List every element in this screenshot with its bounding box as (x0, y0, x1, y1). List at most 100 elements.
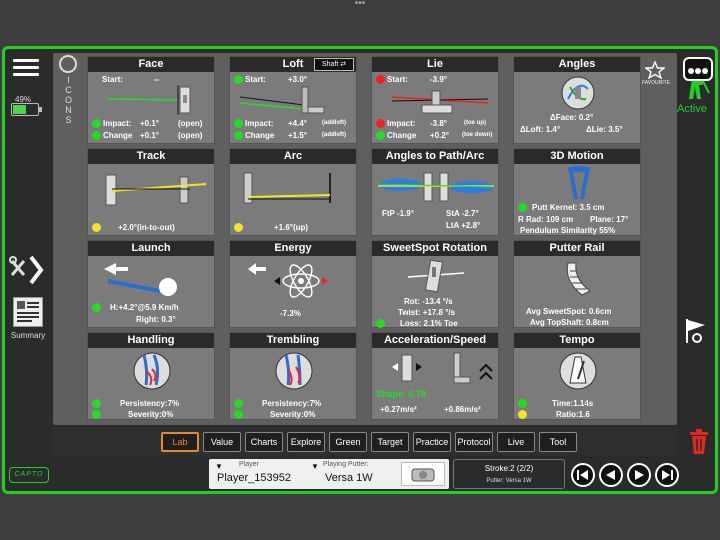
stroke-count: Stroke:2 (2/2) (484, 464, 534, 473)
start-label: Start: (387, 75, 408, 84)
trembling-graphic (275, 352, 313, 390)
tab-charts[interactable]: Charts (245, 432, 283, 452)
tab-practice[interactable]: Practice (413, 432, 451, 452)
launch-right: Right: 0.3° (136, 315, 176, 324)
putter-image-icon[interactable] (401, 462, 445, 486)
tile-acceleration[interactable]: Acceleration/Speed Shape: 0.78 +0.27m/s²… (371, 332, 499, 420)
active-status[interactable]: Active (677, 103, 707, 115)
tile-energy[interactable]: Energy -7.3% (229, 240, 357, 328)
battery-icon (11, 103, 39, 116)
favourite-label: FAVOURITE (642, 80, 670, 86)
favourite-star-icon[interactable] (645, 61, 665, 79)
tab-explore[interactable]: Explore (287, 432, 325, 452)
delta-loft: ΔLoft: 1.4° (520, 125, 561, 134)
battery-tip (39, 107, 42, 112)
status-dot (234, 119, 243, 128)
delta-face: ΔFace: 0.2° (550, 113, 594, 122)
tab-tool[interactable]: Tool (539, 432, 577, 452)
sweetspot-graphic (407, 259, 465, 293)
player-selector[interactable]: ▼ Player Player_153952 ▼ Playing Putter:… (209, 459, 449, 489)
tile-handling[interactable]: Handling Persistency:7% Severity:0% (87, 332, 215, 420)
status-dot (92, 399, 101, 408)
tile-3d-motion[interactable]: 3D Motion Putt Kernel: 3.5 cm R Rad: 109… (513, 148, 641, 236)
toggle-circle-icon[interactable] (59, 55, 77, 73)
tile-face[interactable]: Face Start: -- Impact: +0.1° (open) Chan… (87, 56, 215, 144)
metrics-panel: ICONS Face Start: -- Impact: +0.1° (open… (53, 53, 677, 425)
change-value: +0.2° (430, 131, 449, 140)
launch-graphic (104, 263, 177, 296)
window-handle-icon[interactable]: ••• (350, 0, 370, 10)
impact-note: (addloft) (322, 120, 346, 126)
summary-icon[interactable] (13, 297, 43, 327)
start-value: -3.9° (430, 75, 447, 84)
start-value: -- (154, 75, 160, 84)
impact-note: (toe up) (464, 120, 486, 126)
sweetspot-rot: Rot: -13.4 °/s (404, 297, 453, 306)
tab-lab[interactable]: Lab (161, 432, 199, 452)
status-dot (376, 119, 385, 128)
putter-rail-graphic (566, 262, 591, 296)
putter-dropdown-icon[interactable]: ▼ (311, 462, 319, 471)
tile-angles-path[interactable]: Angles to Path/Arc FtP -1.9° StA -2.7° L… (371, 148, 499, 236)
tile-sweetspot[interactable]: SweetSpot Rotation Rot: -13.4 °/s Twist:… (371, 240, 499, 328)
tab-live[interactable]: Live (497, 432, 535, 452)
trash-icon[interactable] (689, 429, 709, 455)
tile-putter-rail[interactable]: Putter Rail Avg SweetSpot: 0.6cm Avg Top… (513, 240, 641, 328)
impact-value: -3.8° (430, 119, 447, 128)
handling-graphic (133, 352, 171, 390)
tile-tempo[interactable]: Tempo Time:1.14s Ratio:1.6 (513, 332, 641, 420)
tile-title: Face (88, 57, 214, 72)
severity: Severity:0% (128, 410, 174, 419)
shaft-button[interactable]: Shaft ⇄ (314, 58, 354, 71)
tile-loft[interactable]: Loft Shaft ⇄ Start: +3.0° Impact: +4.4° (229, 56, 357, 144)
tile-title: Angles to Path/Arc (372, 149, 498, 164)
impact-label: Impact: (245, 119, 274, 128)
tab-target[interactable]: Target (371, 432, 409, 452)
energy-atom-icon (248, 263, 328, 298)
angles-path-graphic (377, 172, 495, 202)
arc-value: +1.6°(up) (274, 223, 309, 232)
tile-trembling[interactable]: Trembling Persistency:7% Severity:0% (229, 332, 357, 420)
tools-expand-icon[interactable] (9, 253, 47, 287)
tile-arc[interactable]: Arc +1.6°(up) (229, 148, 357, 236)
tab-green[interactable]: Green (329, 432, 367, 452)
track-graphic (105, 174, 207, 206)
menu-icon[interactable] (13, 55, 39, 81)
impact-label: Impact: (387, 119, 416, 128)
avg-topshaft: Avg TopShaft: 0.8cm (530, 318, 609, 327)
next-stroke-button[interactable] (627, 463, 651, 487)
tile-lie[interactable]: Lie Start: -3.9° Impact: -3.8° (toe up) (371, 56, 499, 144)
last-stroke-button[interactable] (655, 463, 679, 487)
tile-angles[interactable]: Angles ΔFace: 0.2° ΔLoft: 1.4° ΔLie: 3.5… (513, 56, 641, 144)
first-stroke-button[interactable] (571, 463, 595, 487)
status-dot (234, 131, 243, 140)
start-value: +3.0° (288, 75, 307, 84)
plane: Plane: 17° (590, 215, 629, 224)
more-options-button[interactable] (683, 57, 713, 81)
tab-protocol[interactable]: Protocol (455, 432, 493, 452)
metronome-icon (559, 352, 597, 390)
icons-toggle[interactable]: ICONS (57, 55, 79, 135)
arc-graphic (243, 172, 331, 204)
start-label: Start: (245, 75, 266, 84)
accel-value-1: +0.27m/s² (380, 405, 417, 414)
ftp-value: FtP -1.9° (382, 209, 414, 218)
summary-label[interactable]: Summary (7, 331, 49, 340)
previous-stroke-button[interactable] (599, 463, 623, 487)
tile-title: Handling (88, 333, 214, 348)
tile-launch[interactable]: Launch H:+4.2°@5.9 Km/h Right: 0.3° (87, 240, 215, 328)
putt-kernel: Putt Kernel: 3.5 cm (532, 203, 605, 212)
delta-lie: ΔLie: 3.5° (586, 125, 623, 134)
change-value: +1.5° (288, 131, 307, 140)
loft-graphic (239, 86, 325, 114)
status-dot (518, 203, 527, 212)
tile-track[interactable]: Track +2.0°(in-to-out) (87, 148, 215, 236)
putter-value[interactable]: Versa 1W (325, 472, 373, 484)
flag-settings-icon[interactable] (683, 317, 709, 345)
player-dropdown-icon[interactable]: ▼ (215, 462, 223, 471)
change-label: Change (103, 131, 133, 140)
right-sidebar: Active (677, 49, 719, 491)
tab-value[interactable]: Value (203, 432, 241, 452)
start-label: Start: (102, 75, 123, 84)
player-value[interactable]: Player_153952 (217, 472, 291, 484)
